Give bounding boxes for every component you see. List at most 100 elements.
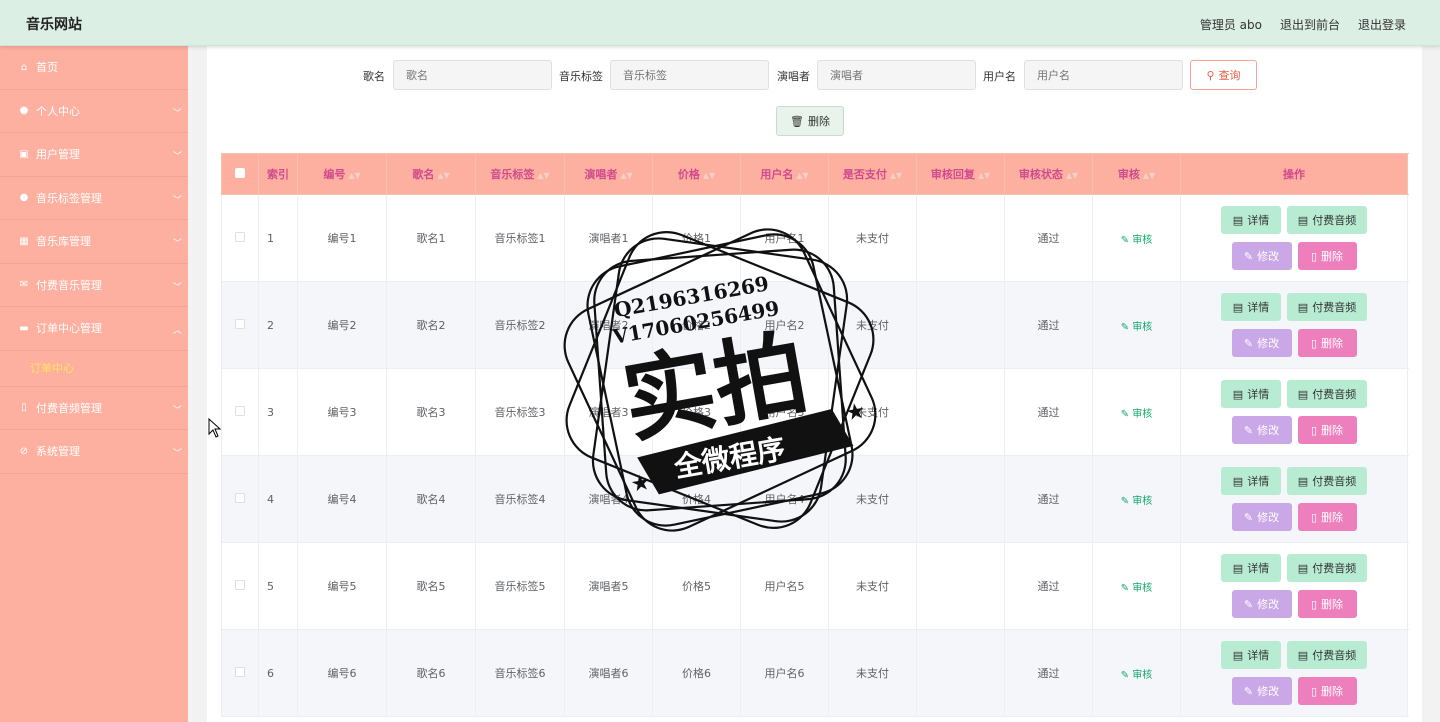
sidebar-item[interactable]: ▦ 音乐库管理 ﹀ <box>0 220 188 264</box>
chevron-down-icon: ﹀ <box>172 195 182 206</box>
mic-icon: ▯ <box>21 402 27 414</box>
sort-icon[interactable]: ▲▼ <box>537 171 549 180</box>
column-header[interactable]: 编号 ▲▼ <box>297 153 387 195</box>
select-all-checkbox[interactable] <box>235 167 245 178</box>
paid-audio-button[interactable]: ▤ 付费音频 <box>1287 293 1367 321</box>
detail-button[interactable]: ▤ 详情 <box>1221 554 1281 582</box>
detail-button[interactable]: ▤ 详情 <box>1221 641 1281 669</box>
edit-button[interactable]: ✎ 修改 <box>1231 590 1292 618</box>
paid-audio-button[interactable]: ▤ 付费音频 <box>1287 467 1367 495</box>
cell-price: 价格3 <box>652 368 741 456</box>
delete-button[interactable]: ▯ 删除 <box>1297 503 1357 531</box>
sidebar-item[interactable]: ▣ 用户管理 ﹀ <box>0 133 188 177</box>
column-header[interactable]: 歌名 ▲▼ <box>386 153 476 195</box>
detail-button[interactable]: ▤ 详情 <box>1221 293 1281 321</box>
sort-icon[interactable]: ▲▼ <box>703 171 715 180</box>
sidebar-item[interactable]: ▯ 付费音频管理 ﹀ <box>0 387 188 430</box>
delete-button-label: 删除 <box>1321 511 1344 524</box>
cell-paid: 未支付 <box>828 368 917 456</box>
sidebar-item[interactable]: ⊘ 系统管理 ﹀ <box>0 430 188 474</box>
column-header[interactable]: 审核状态 ▲▼ <box>1004 153 1093 195</box>
sidebar-item[interactable]: ▬ 订单中心管理 ︿ <box>0 307 188 351</box>
column-header[interactable]: 是否支付 ▲▼ <box>828 153 917 195</box>
audit-link[interactable]: ✎ 审核 <box>1121 583 1153 594</box>
sort-icon[interactable]: ▲▼ <box>437 171 449 180</box>
delete-button[interactable]: ▯ 删除 <box>1297 329 1357 357</box>
orders-table: 索引 编号 ▲▼ 歌名 ▲▼ 音乐标签 ▲▼ 演唱者 ▲▼ 价格 ▲▼ 用户名 ▲▼ 是否支付 ▲▼ 审核回复… <box>221 153 1408 717</box>
user-search-input[interactable] <box>1024 60 1183 90</box>
singer-search-input[interactable] <box>817 60 976 90</box>
sidebar-item-label: 付费音频管理 <box>36 401 102 415</box>
ops-row: ✎ 修改 ▯ 删除 <box>1231 329 1357 357</box>
chevron-down-icon: ﹀ <box>172 449 182 459</box>
row-checkbox[interactable] <box>235 318 245 329</box>
sidebar-subitem-order-center[interactable]: 订单中心 <box>0 351 188 387</box>
delete-button[interactable]: ▯ 删除 <box>1297 416 1357 444</box>
delete-button[interactable]: ▯ 删除 <box>1297 242 1357 270</box>
batch-delete-button[interactable]: 🗑 删除 <box>776 106 844 136</box>
paid-audio-button[interactable]: ▤ 付费音频 <box>1287 554 1367 582</box>
audit-link[interactable]: ✎ 审核 <box>1121 496 1153 507</box>
sidebar-item[interactable]: ● 个人中心 ﹀ <box>0 90 188 133</box>
edit-button[interactable]: ✎ 修改 <box>1231 503 1292 531</box>
cell-paid: 未支付 <box>828 542 917 630</box>
cell-tag: 音乐标签6 <box>475 629 565 717</box>
cell-reply <box>916 629 1005 717</box>
cell-status: 通过 <box>1004 194 1093 282</box>
sidebar-item[interactable]: ✉ 付费音乐管理 ﹀ <box>0 264 188 307</box>
operations-cell: ▤ 详情 ▤ 付费音频 ✎ 修改 ▯ 删除 <box>1180 368 1408 456</box>
column-header[interactable]: 用户名 ▲▼ <box>740 153 829 195</box>
sidebar-item-label: 音乐标签管理 <box>36 191 102 205</box>
column-header[interactable]: 审核回复 ▲▼ <box>916 153 1005 195</box>
column-header[interactable]: 音乐标签 ▲▼ <box>475 153 565 195</box>
edit-button[interactable]: ✎ 修改 <box>1231 677 1292 705</box>
cell-tag: 音乐标签3 <box>475 368 565 456</box>
detail-button[interactable]: ▤ 详情 <box>1221 380 1281 408</box>
edit-button[interactable]: ✎ 修改 <box>1231 242 1292 270</box>
row-checkbox[interactable] <box>235 579 245 590</box>
edit-button[interactable]: ✎ 修改 <box>1231 416 1292 444</box>
sidebar-item-label: 系统管理 <box>36 445 80 459</box>
column-header[interactable]: 审核 ▲▼ <box>1092 153 1181 195</box>
audit-link[interactable]: ✎ 审核 <box>1121 409 1153 420</box>
delete-button[interactable]: ▯ 删除 <box>1297 677 1357 705</box>
edit-icon: ✎ <box>1243 249 1254 263</box>
row-checkbox[interactable] <box>235 492 245 503</box>
audit-link[interactable]: ✎ 审核 <box>1121 235 1153 246</box>
back-to-front-link[interactable]: 退出到前台 <box>1280 16 1340 33</box>
song-search-input[interactable] <box>393 60 552 90</box>
edit-button[interactable]: ✎ 修改 <box>1231 329 1292 357</box>
paid-audio-button[interactable]: ▤ 付费音频 <box>1287 206 1367 234</box>
tag-search-input[interactable] <box>610 60 769 90</box>
paid-audio-button[interactable]: ▤ 付费音频 <box>1287 380 1367 408</box>
row-checkbox[interactable] <box>235 405 245 416</box>
column-header[interactable]: 索引 <box>258 153 298 195</box>
sort-icon[interactable]: ▲▼ <box>620 171 632 180</box>
query-button[interactable]: ⚲ 查询 <box>1190 60 1257 90</box>
sort-icon[interactable]: ▲▼ <box>978 171 990 180</box>
cell-tag: 音乐标签1 <box>475 194 565 282</box>
delete-button[interactable]: ▯ 删除 <box>1297 590 1357 618</box>
row-checkbox[interactable] <box>235 666 245 677</box>
sidebar-item[interactable]: ⌂ 首页 <box>0 46 188 90</box>
document-icon: ▤ <box>1232 561 1244 575</box>
cell-tag: 音乐标签2 <box>475 281 565 369</box>
sidebar-item[interactable]: ● 音乐标签管理 ﹀ <box>0 177 188 220</box>
paid-audio-button-label: 付费音频 <box>1312 301 1357 314</box>
sort-icon[interactable]: ▲▼ <box>890 171 902 180</box>
detail-button[interactable]: ▤ 详情 <box>1221 467 1281 495</box>
row-checkbox[interactable] <box>235 231 245 242</box>
detail-button[interactable]: ▤ 详情 <box>1221 206 1281 234</box>
logout-link[interactable]: 退出登录 <box>1358 16 1406 33</box>
sort-icon[interactable]: ▲▼ <box>1143 171 1155 180</box>
audit-link[interactable]: ✎ 审核 <box>1121 322 1153 333</box>
column-header[interactable]: 价格 ▲▼ <box>652 153 741 195</box>
paid-audio-button[interactable]: ▤ 付费音频 <box>1287 641 1367 669</box>
sort-icon[interactable]: ▲▼ <box>348 171 360 180</box>
column-header[interactable]: 演唱者 ▲▼ <box>564 153 653 195</box>
sort-icon[interactable]: ▲▼ <box>1066 171 1078 180</box>
ops-row: ▤ 详情 ▤ 付费音频 <box>1221 206 1367 234</box>
sort-icon[interactable]: ▲▼ <box>796 171 808 180</box>
sidebar-item-label: 付费音乐管理 <box>36 278 102 292</box>
audit-link[interactable]: ✎ 审核 <box>1121 670 1153 681</box>
